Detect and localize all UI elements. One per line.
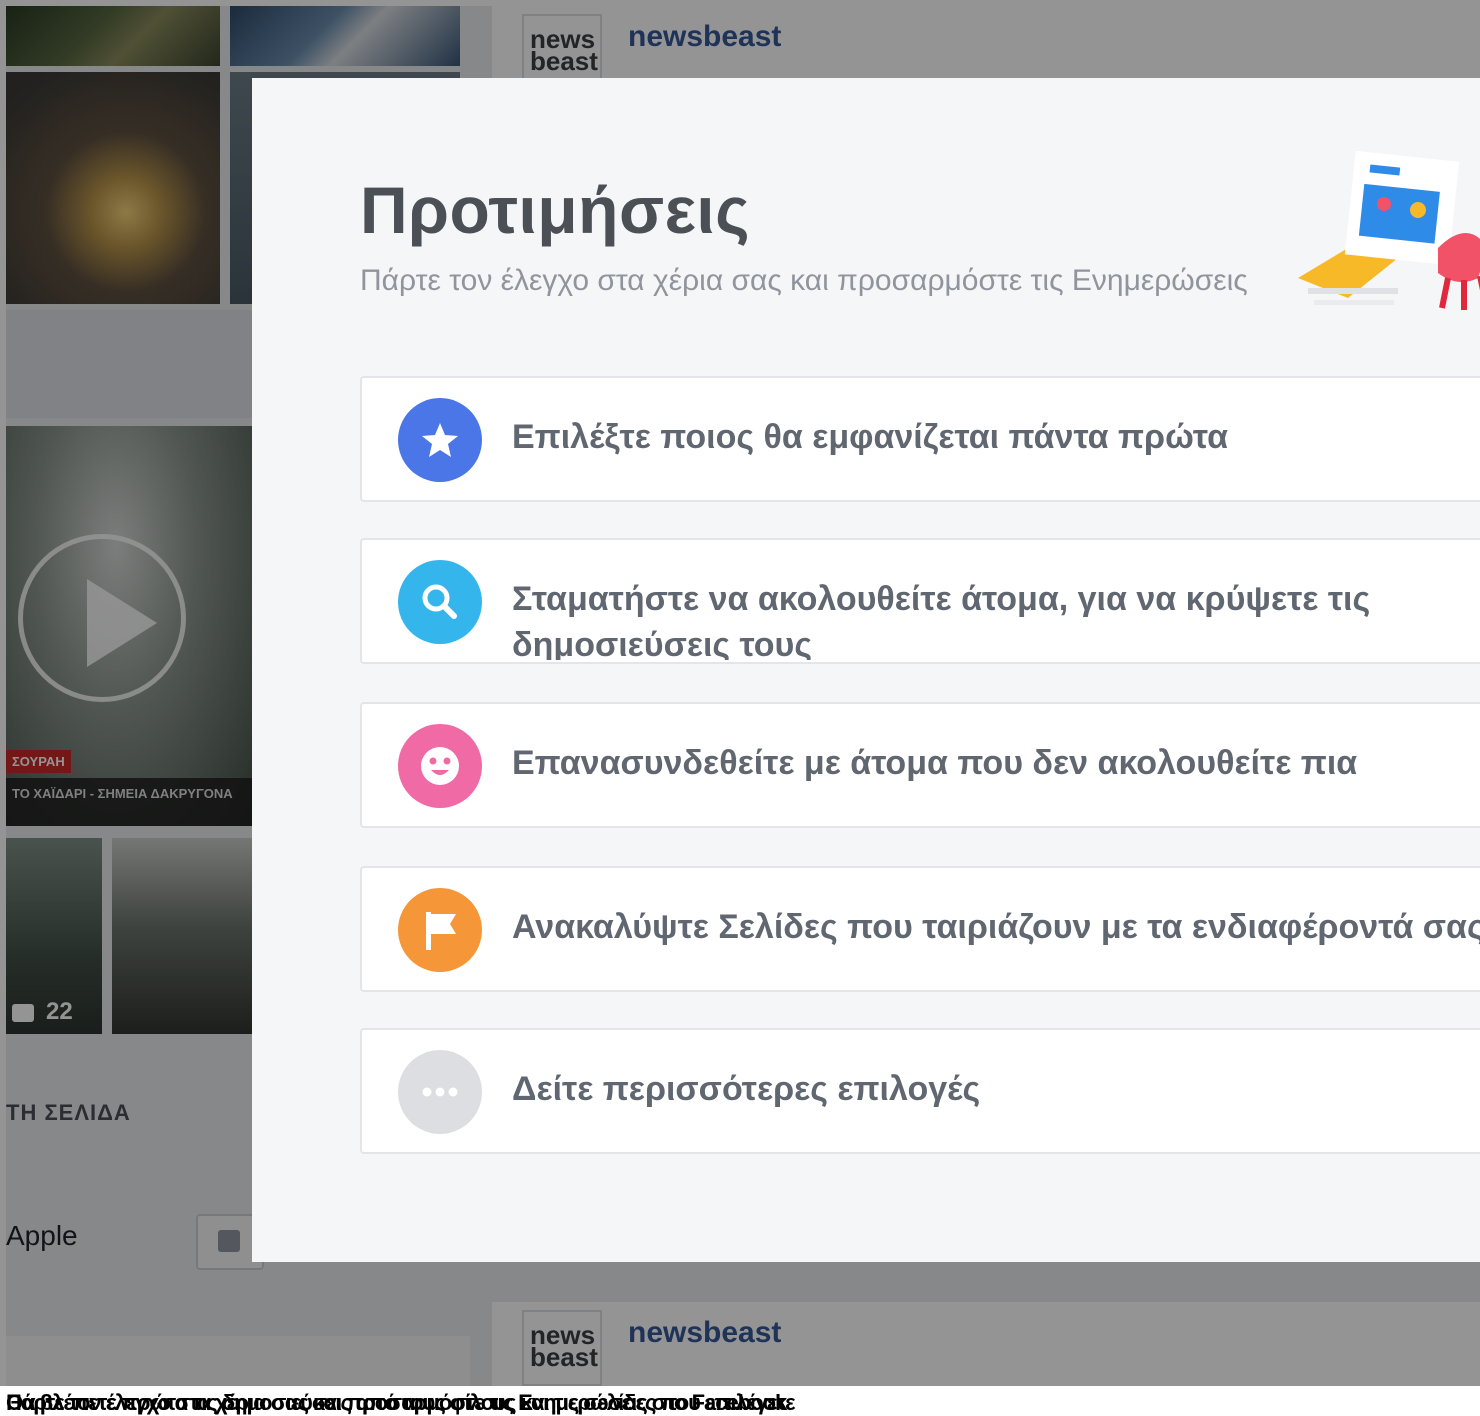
option-label: Ανακαλύψτε Σελίδες που ταιριάζουν με τα … bbox=[512, 908, 1480, 946]
overlapping-caption: Θα βλέπετε πρώτα τις δημοσιεύσεις από το… bbox=[6, 1390, 1480, 1416]
option-see-first[interactable]: Επιλέξτε ποιος θα εμφανίζεται πάντα πρώτ… bbox=[360, 376, 1480, 502]
option-reconnect[interactable]: Επανασυνδεθείτε με άτομα που δεν ακολουθ… bbox=[360, 702, 1480, 828]
dialog-subtitle: Πάρτε τον έλεγχο στα χέρια σας και προσα… bbox=[360, 264, 1248, 297]
option-more[interactable]: Δείτε περισσότερες επιλογές bbox=[360, 1028, 1480, 1154]
dialog-title: Προτιμήσεις bbox=[360, 173, 751, 247]
option-unfollow[interactable]: Σταματήστε να ακολουθείτε άτομα, για να … bbox=[360, 538, 1480, 664]
option-label: Επανασυνδεθείτε με άτομα που δεν ακολουθ… bbox=[512, 744, 1358, 782]
more-icon bbox=[398, 1050, 482, 1134]
news-feed-illustration-icon bbox=[1298, 150, 1480, 310]
search-icon bbox=[398, 560, 482, 644]
preferences-dialog: Προτιμήσεις Πάρτε τον έλεγχο στα χέρια σ… bbox=[252, 78, 1480, 1262]
option-label: Επιλέξτε ποιος θα εμφανίζεται πάντα πρώτ… bbox=[512, 418, 1228, 456]
option-label: Σταματήστε να ακολουθείτε άτομα, για να … bbox=[512, 580, 1371, 660]
star-icon bbox=[398, 398, 482, 482]
smiley-icon bbox=[398, 724, 482, 808]
caption-line: Πάρτε τον έλεγχο στα χέρια σας και προσα… bbox=[6, 1390, 787, 1415]
option-discover-pages[interactable]: Ανακαλύψτε Σελίδες που ταιριάζουν με τα … bbox=[360, 866, 1480, 992]
option-label: Δείτε περισσότερες επιλογές bbox=[512, 1070, 981, 1108]
flag-icon bbox=[398, 888, 482, 972]
